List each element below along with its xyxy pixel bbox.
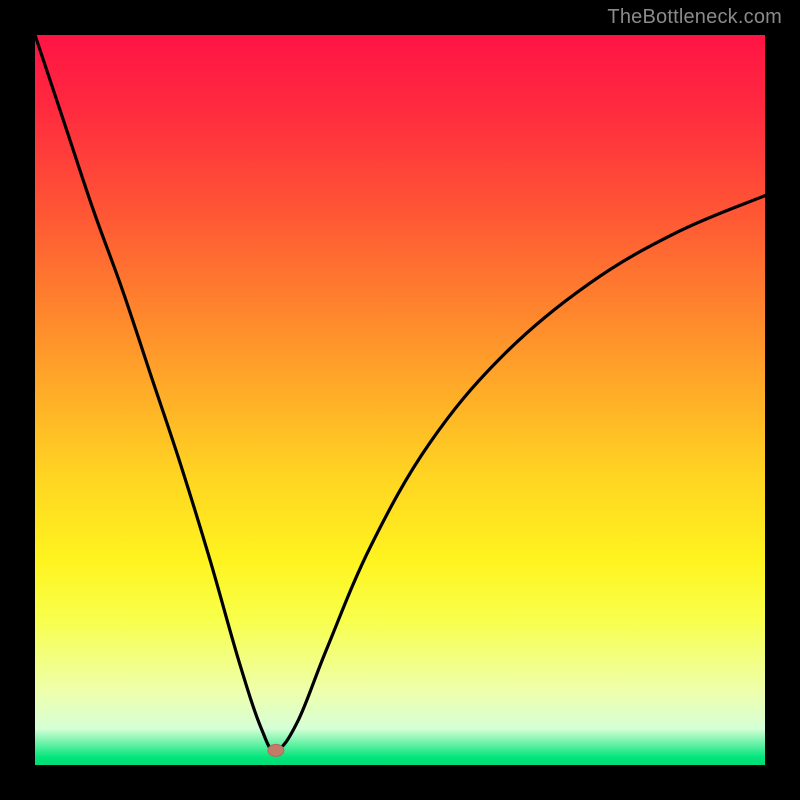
plot-area: [35, 35, 765, 765]
curve-svg: [35, 35, 765, 765]
watermark-label: TheBottleneck.com: [607, 6, 782, 29]
chart-frame: TheBottleneck.com: [0, 0, 800, 800]
optimum-marker: [268, 744, 284, 756]
bottleneck-curve: [35, 35, 765, 751]
